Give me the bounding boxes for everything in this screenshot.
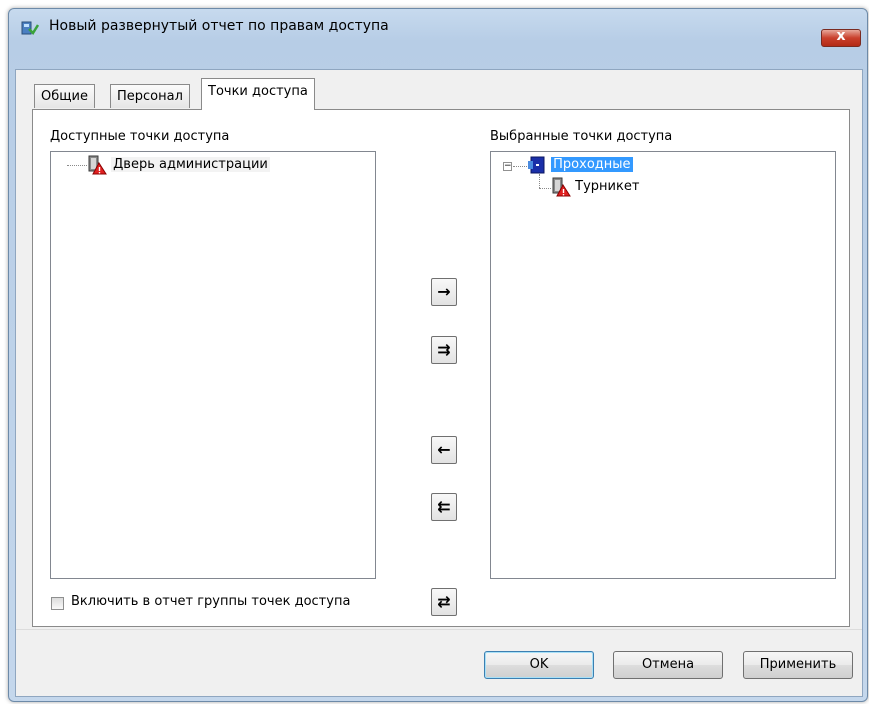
tab-general[interactable]: Общие [34, 84, 95, 108]
list-item-label: Дверь администрации [111, 157, 270, 172]
group-door-icon [528, 156, 545, 174]
available-points-list[interactable]: Дверь администрации [50, 151, 376, 579]
move-selected-left-button[interactable]: ← [431, 436, 457, 464]
double-arrow-left-icon: ⇇ [437, 497, 451, 516]
tab-panel-access-points: Доступные точки доступа Дверь администра… [32, 109, 850, 627]
collapse-toggle[interactable]: − [503, 162, 512, 171]
window-title: Новый развернутый отчет по правам доступ… [49, 18, 389, 34]
close-button[interactable]: x [821, 28, 861, 47]
tree-node-group[interactable]: Проходные [527, 155, 633, 175]
ok-button[interactable]: OK [484, 651, 594, 679]
arrow-left-icon: ← [437, 440, 451, 459]
include-groups-label[interactable]: Включить в отчет группы точек доступа [71, 594, 350, 609]
available-points-label: Доступные точки доступа [50, 129, 230, 144]
tab-access-points[interactable]: Точки доступа [201, 78, 315, 110]
list-item[interactable]: Дверь администрации [87, 155, 270, 175]
move-all-right-button[interactable]: ⇉ [431, 336, 457, 364]
include-groups-checkbox[interactable] [51, 597, 64, 610]
move-all-left-button[interactable]: ⇇ [431, 493, 457, 521]
app-icon [21, 21, 39, 35]
dialog-window: Новый развернутый отчет по правам доступ… [8, 8, 868, 702]
dialog-footer: OK Отмена Применить [16, 629, 862, 696]
title-bar[interactable]: Новый развернутый отчет по правам доступ… [9, 9, 867, 47]
selected-points-label: Выбранные точки доступа [490, 129, 673, 144]
dialog-client: Общие Персонал Точки доступа Доступные т… [15, 69, 863, 697]
arrow-right-icon: → [437, 282, 451, 301]
tree-connector [539, 188, 551, 189]
selected-points-tree[interactable]: − Проходные Турникет [490, 151, 836, 579]
tree-connector [539, 174, 540, 188]
tree-node-child-label: Турникет [575, 179, 640, 194]
apply-button[interactable]: Применить [743, 651, 853, 679]
double-arrow-right-icon: ⇉ [437, 340, 451, 359]
tree-connector [67, 165, 87, 166]
close-icon: x [836, 28, 846, 44]
door-alert-icon [88, 155, 107, 175]
door-alert-icon [552, 177, 571, 197]
tree-node-child[interactable]: Турникет [551, 177, 639, 197]
tree-node-group-label: Проходные [551, 157, 633, 172]
tab-personnel[interactable]: Персонал [110, 84, 190, 108]
swap-arrows-icon: ⇄ [437, 592, 451, 611]
swap-button[interactable]: ⇄ [431, 588, 457, 616]
cancel-button[interactable]: Отмена [613, 651, 723, 679]
tree-connector [513, 166, 527, 167]
move-selected-right-button[interactable]: → [431, 278, 457, 306]
